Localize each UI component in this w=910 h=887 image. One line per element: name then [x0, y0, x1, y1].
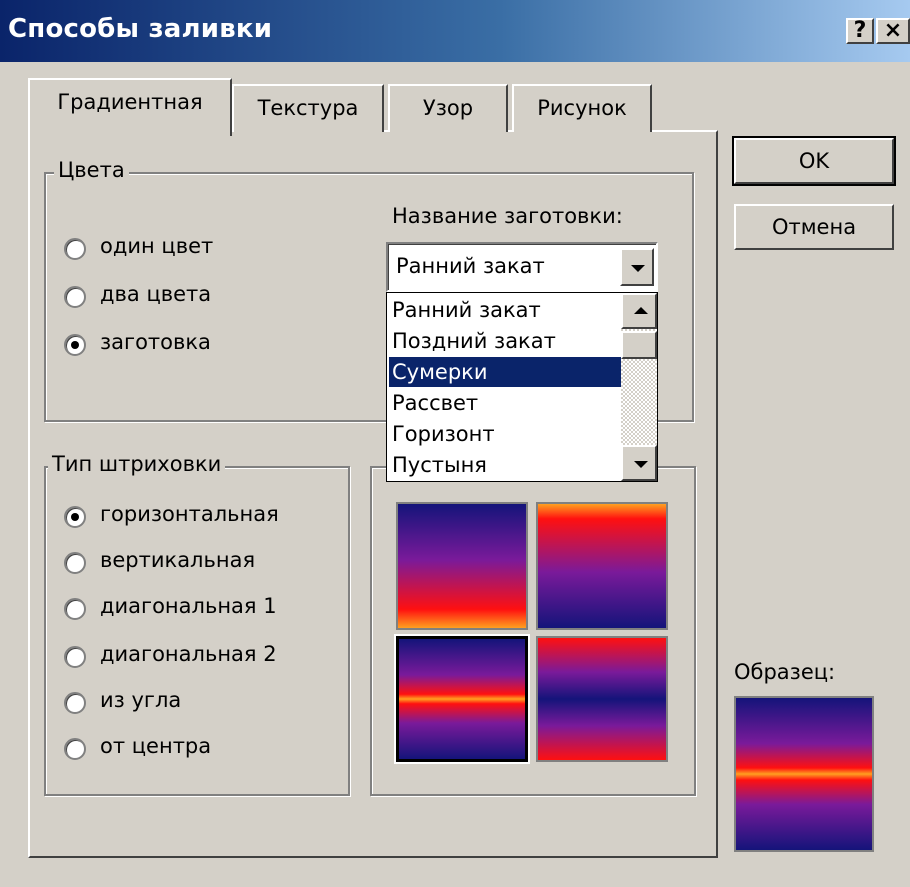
tab-pattern-label: Узор [422, 96, 474, 120]
radio-from-corner[interactable] [64, 692, 86, 714]
radio-horizontal-label[interactable]: горизонтальная [100, 502, 279, 526]
tab-texture[interactable]: Текстура [232, 84, 384, 132]
variant-swatch-3[interactable] [394, 634, 530, 764]
radio-horizontal[interactable] [64, 506, 86, 528]
radio-checked-dot [71, 513, 79, 521]
radio-one-color-label[interactable]: один цвет [100, 234, 213, 258]
preset-list-item[interactable]: Поздний закат [389, 326, 624, 356]
sample-label: Образец: [734, 660, 836, 684]
dropdown-scrollbar[interactable] [621, 293, 657, 481]
preset-dropdown-list[interactable]: Ранний закат Поздний закат Сумерки Рассв… [386, 292, 658, 482]
preset-name-label: Название заготовки: [392, 204, 623, 228]
radio-one-color[interactable] [64, 238, 86, 260]
radio-vertical[interactable] [64, 552, 86, 574]
radio-diagonal-1[interactable] [64, 598, 86, 620]
close-button[interactable]: × [876, 18, 910, 44]
dialog-title: Способы заливки [8, 14, 273, 44]
radio-preset-label[interactable]: заготовка [100, 330, 211, 354]
tab-gradient-label: Градиентная [57, 90, 203, 114]
radio-preset[interactable] [64, 334, 86, 356]
chevron-down-icon [631, 265, 645, 272]
radio-diagonal-1-label[interactable]: диагональная 1 [100, 594, 277, 618]
preset-combobox-value: Ранний закат [396, 254, 545, 278]
preset-dropdown-button[interactable] [620, 248, 654, 286]
tab-texture-label: Текстура [257, 96, 359, 120]
cancel-button[interactable]: Отмена [734, 204, 894, 250]
radio-checked-dot [71, 341, 79, 349]
sample-preview [734, 696, 874, 852]
variant-swatch-2[interactable] [536, 502, 668, 630]
shading-group-legend: Тип штриховки [48, 452, 226, 476]
colors-group-legend: Цвета [54, 158, 129, 182]
variant-swatch-1[interactable] [396, 502, 528, 630]
radio-diagonal-2-label[interactable]: диагональная 2 [100, 642, 277, 666]
preset-list-item-selected[interactable]: Сумерки [389, 357, 624, 387]
preset-list-item[interactable]: Пустыня [389, 450, 624, 480]
tab-gradient[interactable]: Градиентная [28, 78, 232, 136]
scroll-up-button[interactable] [621, 293, 657, 329]
arrow-up-icon [634, 307, 648, 314]
arrow-down-icon [634, 461, 648, 468]
ok-button[interactable]: OK [732, 136, 896, 186]
close-icon: × [883, 18, 903, 43]
radio-two-colors[interactable] [64, 286, 86, 308]
preset-list-item[interactable]: Рассвет [389, 388, 624, 418]
radio-vertical-label[interactable]: вертикальная [100, 548, 255, 572]
radio-from-corner-label[interactable]: из угла [100, 688, 181, 712]
variant-swatch-4[interactable] [536, 636, 668, 762]
preset-list-item[interactable]: Ранний закат [389, 295, 624, 325]
preset-combobox[interactable]: Ранний закат [386, 242, 658, 292]
radio-diagonal-2[interactable] [64, 646, 86, 668]
radio-from-center[interactable] [64, 738, 86, 760]
radio-from-center-label[interactable]: от центра [100, 734, 211, 758]
scroll-thumb[interactable] [621, 331, 657, 359]
tab-picture[interactable]: Рисунок [512, 84, 652, 132]
help-button[interactable]: ? [846, 18, 874, 44]
scroll-down-button[interactable] [621, 445, 657, 481]
preset-list-item[interactable]: Горизонт [389, 419, 624, 449]
tab-picture-label: Рисунок [537, 96, 627, 120]
radio-two-colors-label[interactable]: два цвета [100, 282, 211, 306]
tab-pattern[interactable]: Узор [388, 84, 508, 132]
